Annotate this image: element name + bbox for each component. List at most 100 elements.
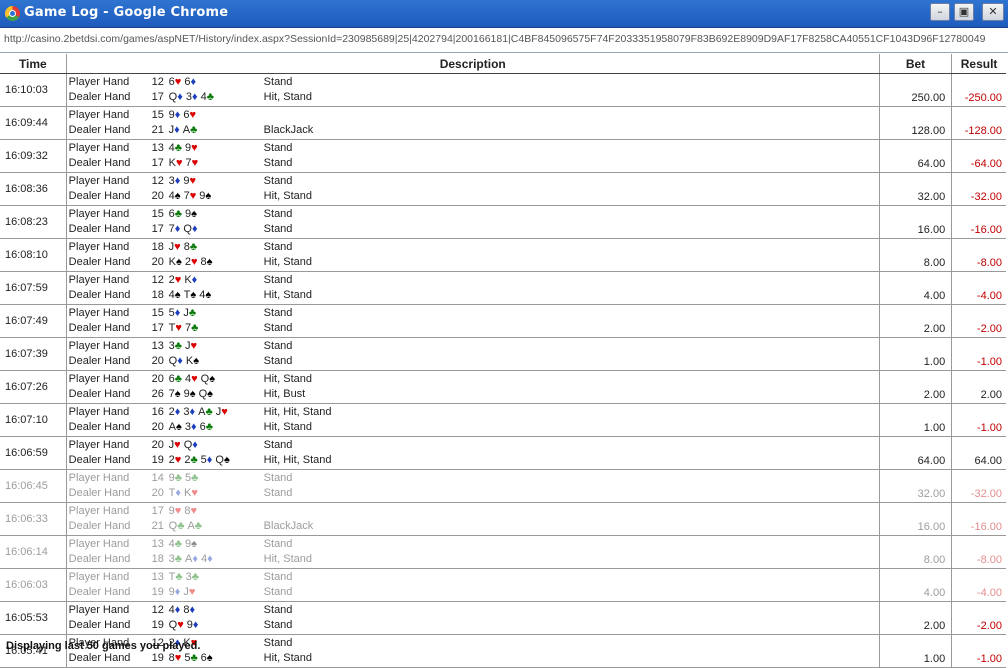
player-hand-total: 13	[151, 537, 164, 550]
dealer-hand-action: Stand	[263, 586, 293, 598]
dealer-hand-line: Dealer Hand 18 3♣ A♦ 4♦ Hit, Stand	[67, 552, 879, 568]
player-hand-label: Player Hand	[68, 570, 130, 583]
dealer-hand-total: 17	[151, 91, 164, 103]
player-hand-cards: 6♣ 9♠	[168, 207, 197, 220]
dealer-hand-line: Dealer Hand 20 4♠ 7♥ 9♠ Hit, Stand	[67, 189, 879, 205]
dealer-hand-label: Dealer Hand	[68, 619, 131, 631]
close-icon[interactable]: ✕	[982, 3, 1004, 21]
game-time: 16:07:59	[0, 271, 67, 305]
dealer-hand-action: Hit, Stand	[263, 553, 312, 565]
player-hand-total: 13	[151, 141, 164, 154]
player-hand-cards: 3♦ 9♥	[168, 174, 197, 187]
player-hand-cards: 6♥ 6♦	[168, 75, 197, 88]
dealer-hand-cards: 9♦ J♥	[168, 586, 196, 598]
table-row: 16:09:44 Player Hand 15 9♦ 6♥ Dealer Hand 21 J♦…	[0, 106, 1006, 140]
address-url[interactable]: http://casino.2betdsi.com/games/aspNET/H…	[4, 33, 985, 45]
dealer-hand-label: Dealer Hand	[68, 124, 131, 136]
dealer-hand-action: Stand	[263, 157, 293, 169]
player-hand-line: Player Hand 13 T♣ 3♣ Stand	[67, 570, 879, 586]
game-description: Player Hand 13 3♣ J♥ Stand Dealer Hand 20 Q♦ K♠ S…	[66, 337, 880, 371]
dealer-hand-action: Hit, Stand	[263, 289, 312, 301]
result-amount: -32.00	[970, 191, 1002, 203]
game-description: Player Hand 12 3♦ 9♥ Stand Dealer Hand 20 4♠ 7♥ 9…	[66, 172, 880, 206]
dealer-hand-line: Dealer Hand 17 K♥ 7♥ Stand	[67, 156, 879, 172]
dealer-hand-action: Stand	[263, 322, 293, 334]
dealer-hand-action: Hit, Stand	[263, 91, 312, 103]
bet-amount: 64.00	[879, 139, 953, 173]
dealer-hand-line: Dealer Hand 17 T♥ 7♣ Stand	[67, 321, 879, 337]
player-hand-action: Stand	[263, 438, 293, 451]
bet-amount: 250.00	[879, 73, 953, 107]
dealer-hand-total: 21	[151, 520, 164, 532]
player-hand-total: 12	[151, 174, 164, 187]
dealer-hand-cards: K♠ 2♥ 8♠	[168, 256, 213, 268]
dealer-hand-cards: T♥ 7♣	[168, 322, 199, 334]
bet-amount: 8.00	[879, 238, 953, 272]
result-amount: 2.00	[980, 389, 1002, 401]
minimize-icon[interactable]: –	[930, 3, 950, 21]
dealer-hand-total: 20	[151, 190, 164, 202]
player-hand-label: Player Hand	[68, 273, 130, 286]
table-row: 16:06:45 Player Hand 14 9♣ 5♣ Stand Dealer Han…	[0, 469, 1006, 503]
dealer-hand-line: Dealer Hand 20 Q♦ K♠ Stand	[67, 354, 879, 370]
dealer-hand-cards: 8♥ 5♣ 6♠	[168, 652, 213, 664]
dealer-hand-total: 17	[151, 322, 164, 334]
dealer-hand-action: Stand	[263, 223, 293, 235]
dealer-hand-label: Dealer Hand	[68, 190, 131, 202]
player-hand-label: Player Hand	[68, 537, 130, 550]
dealer-hand-action: BlackJack	[263, 124, 314, 136]
player-hand-total: 16	[151, 405, 164, 418]
game-description: Player Hand 16 2♦ 3♦ A♣ J♥ Hit, Hit, Stand Deal…	[66, 403, 880, 437]
bet-amount: 1.00	[879, 337, 953, 371]
bet-amount: 8.00	[879, 535, 953, 569]
player-hand-cards: 9♣ 5♣	[168, 471, 199, 484]
game-description: Player Hand 13 T♣ 3♣ Stand Dealer Hand 19 9♦ J♥ S…	[66, 568, 880, 602]
game-description: Player Hand 20 6♣ 4♥ Q♠ Hit, Stand Dealer Hand…	[66, 370, 880, 404]
player-hand-cards: J♥ 8♣	[168, 240, 198, 253]
dealer-hand-total: 20	[151, 355, 164, 367]
player-hand-action: Stand	[263, 603, 293, 616]
bet-amount: 4.00	[879, 271, 953, 305]
player-hand-action: Hit, Hit, Stand	[263, 405, 332, 418]
maximize-icon[interactable]: ▣	[954, 3, 974, 21]
table-row: 16:07:10 Player Hand 16 2♦ 3♦ A♣ J♥ Hit, Hit, S…	[0, 403, 1006, 437]
dealer-hand-line: Dealer Hand 20 K♠ 2♥ 8♠ Hit, Stand	[67, 255, 879, 271]
dealer-hand-line: Dealer Hand 19 9♦ J♥ Stand	[67, 585, 879, 601]
game-time: 16:08:36	[0, 172, 67, 206]
address-bar[interactable]: http://casino.2betdsi.com/games/aspNET/H…	[0, 28, 1008, 53]
player-hand-action: Stand	[263, 174, 293, 187]
bet-amount: 16.00	[879, 502, 953, 536]
dealer-hand-label: Dealer Hand	[68, 553, 131, 565]
player-hand-line: Player Hand 20 J♥ Q♦ Stand	[67, 438, 879, 454]
bet-amount: 2.00	[879, 370, 953, 404]
player-hand-cards: 2♥ K♦	[168, 273, 198, 286]
player-hand-action: Stand	[263, 207, 293, 220]
player-hand-label: Player Hand	[68, 207, 130, 220]
dealer-hand-total: 19	[151, 619, 164, 631]
player-hand-line: Player Hand 17 9♥ 8♥	[67, 504, 879, 520]
dealer-hand-total: 20	[151, 421, 164, 433]
bet-amount: 64.00	[879, 436, 953, 470]
dealer-hand-cards: 3♣ A♦ 4♦	[168, 553, 213, 565]
player-hand-action: Stand	[263, 471, 293, 484]
result-amount: -2.00	[976, 323, 1002, 335]
player-hand-label: Player Hand	[68, 141, 130, 154]
table-row: 16:06:03 Player Hand 13 T♣ 3♣ Stand Dealer Han…	[0, 568, 1006, 602]
player-hand-cards: 3♣ J♥	[168, 339, 198, 352]
player-hand-line: Player Hand 12 2♥ K♦ Stand	[67, 273, 879, 289]
dealer-hand-total: 17	[151, 223, 164, 235]
bet-amount: 1.00	[879, 634, 953, 668]
player-hand-action: Stand	[263, 636, 293, 649]
result-amount: -4.00	[976, 290, 1002, 302]
table-row: 16:07:39 Player Hand 13 3♣ J♥ Stand Dealer Han…	[0, 337, 1006, 371]
dealer-hand-cards: Q♣ A♣	[168, 520, 203, 532]
game-time: 16:09:32	[0, 139, 67, 173]
table-row: 16:09:32 Player Hand 13 4♣ 9♥ Stand Dealer Han…	[0, 139, 1006, 173]
dealer-hand-action: Hit, Stand	[263, 652, 312, 664]
dealer-hand-total: 19	[151, 454, 164, 466]
player-hand-action: Stand	[263, 570, 293, 583]
dealer-hand-total: 18	[151, 553, 164, 565]
dealer-hand-action: Hit, Stand	[263, 256, 312, 268]
table-row: 16:07:49 Player Hand 15 5♦ J♣ Stand Dealer Han…	[0, 304, 1006, 338]
dealer-hand-line: Dealer Hand 26 7♠ 9♠ Q♠ Hit, Bust	[67, 387, 879, 403]
